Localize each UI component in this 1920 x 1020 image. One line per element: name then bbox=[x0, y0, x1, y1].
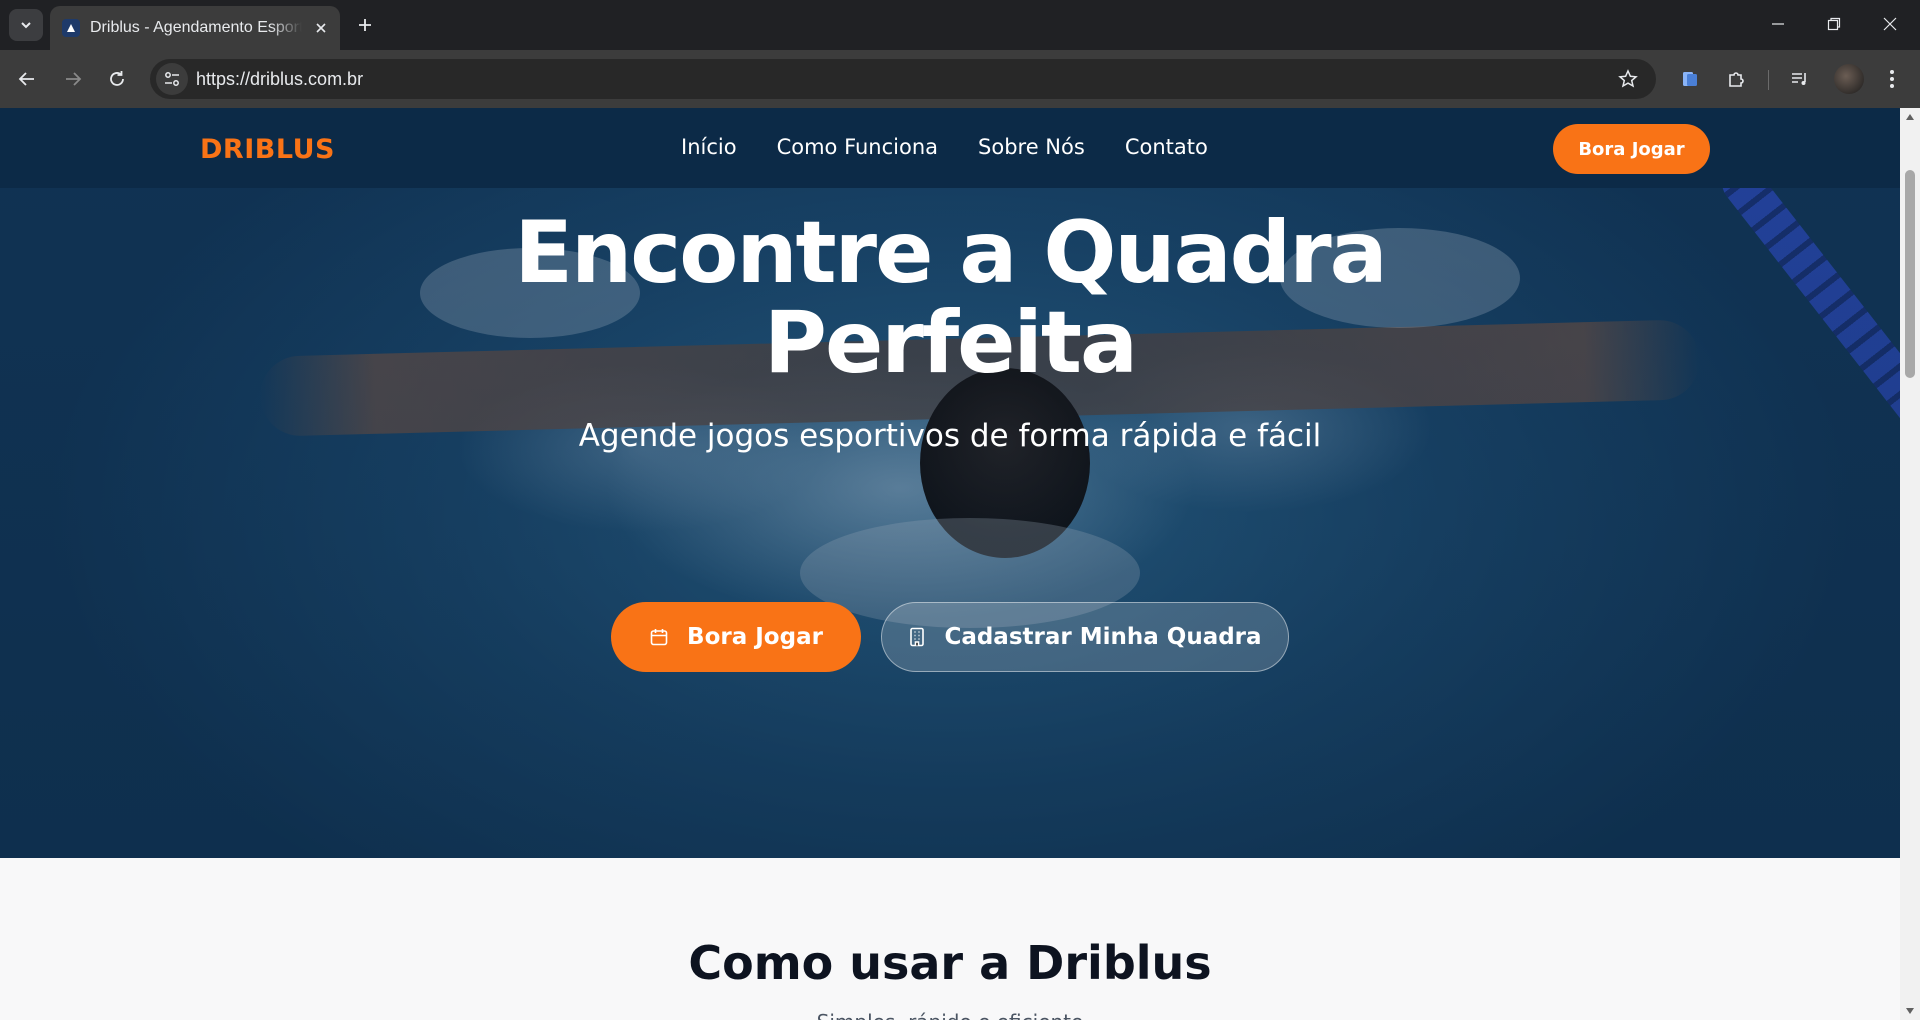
hero-section: Encontre a Quadra Perfeita Agende jogos … bbox=[0, 188, 1900, 858]
new-tab-button[interactable] bbox=[352, 12, 378, 38]
nav-link-como-funciona[interactable]: Como Funciona bbox=[777, 135, 938, 159]
section-title: Como usar a Driblus bbox=[688, 936, 1212, 990]
star-icon bbox=[1618, 69, 1638, 88]
site-header: DRIBLUS Início Como Funciona Sobre Nós C… bbox=[0, 108, 1900, 188]
forward-button[interactable] bbox=[56, 62, 90, 96]
extension-icon bbox=[1683, 72, 1697, 86]
back-button[interactable] bbox=[10, 62, 44, 96]
extension-button[interactable] bbox=[1676, 65, 1704, 93]
chevron-down-icon bbox=[21, 22, 31, 29]
nav-link-inicio[interactable]: Início bbox=[681, 135, 737, 159]
address-bar[interactable]: https://driblus.com.br bbox=[150, 59, 1656, 99]
hero-secondary-label: Cadastrar Minha Quadra bbox=[944, 624, 1262, 650]
page-scrollbar[interactable] bbox=[1900, 108, 1920, 1020]
close-icon bbox=[316, 23, 326, 33]
driblus-logo[interactable]: DRIBLUS bbox=[200, 134, 335, 165]
header-bora-jogar-button[interactable]: Bora Jogar bbox=[1553, 124, 1710, 174]
browser-tabbar: Driblus - Agendamento Esportivo bbox=[0, 0, 1920, 50]
plus-icon bbox=[359, 19, 371, 31]
url-text: https://driblus.com.br bbox=[196, 69, 364, 89]
toolbar-divider bbox=[1768, 70, 1769, 90]
section-subtitle: Simples, rápido e eficiente bbox=[0, 1010, 1900, 1020]
hero-primary-label: Bora Jogar bbox=[687, 624, 823, 650]
scroll-down-icon[interactable] bbox=[1905, 1006, 1915, 1016]
minimize-button[interactable] bbox=[1750, 0, 1806, 48]
tab-close-button[interactable] bbox=[310, 17, 332, 39]
hero-title: Encontre a Quadra Perfeita bbox=[0, 208, 1900, 388]
scrollbar-thumb[interactable] bbox=[1905, 170, 1915, 378]
hero-bora-jogar-button[interactable]: Bora Jogar bbox=[611, 602, 861, 672]
reload-icon bbox=[110, 71, 124, 86]
forward-icon bbox=[66, 72, 82, 86]
profile-avatar[interactable] bbox=[1834, 64, 1864, 94]
nav-link-sobre-nos[interactable]: Sobre Nós bbox=[978, 135, 1085, 159]
main-nav: Início Como Funciona Sobre Nós Contato bbox=[681, 135, 1208, 159]
site-info-icon bbox=[165, 72, 179, 86]
back-icon bbox=[18, 72, 34, 86]
tab-search-button[interactable] bbox=[9, 9, 43, 41]
reload-button[interactable] bbox=[100, 62, 134, 96]
minimize-icon bbox=[1772, 23, 1784, 25]
media-icon bbox=[1792, 73, 1806, 85]
calendar-icon bbox=[650, 629, 668, 646]
browser-toolbar: https://driblus.com.br bbox=[0, 50, 1920, 108]
browser-tab-active[interactable]: Driblus - Agendamento Esportivo bbox=[50, 6, 340, 50]
extensions-menu-button[interactable] bbox=[1722, 65, 1750, 93]
close-window-button[interactable] bbox=[1862, 0, 1918, 48]
menu-icon bbox=[1890, 70, 1894, 88]
hero-title-line1: Encontre a Quadra bbox=[514, 203, 1387, 303]
media-control-button[interactable] bbox=[1786, 65, 1814, 93]
restore-icon bbox=[1827, 17, 1841, 31]
nav-link-contato[interactable]: Contato bbox=[1125, 135, 1208, 159]
favicon-icon bbox=[62, 19, 80, 37]
restore-button[interactable] bbox=[1806, 0, 1862, 48]
hero-title-line2: Perfeita bbox=[763, 293, 1138, 393]
close-icon bbox=[1883, 17, 1897, 31]
tab-title: Driblus - Agendamento Esportivo bbox=[90, 19, 302, 36]
bookmark-button[interactable] bbox=[1616, 67, 1640, 91]
site-info-button[interactable] bbox=[156, 63, 188, 95]
cadastrar-quadra-button[interactable]: Cadastrar Minha Quadra bbox=[881, 602, 1289, 672]
hero-subtitle: Agende jogos esportivos de forma rápida … bbox=[578, 418, 1322, 454]
puzzle-icon bbox=[1729, 72, 1744, 87]
scroll-up-icon[interactable] bbox=[1905, 112, 1915, 122]
building-icon bbox=[910, 627, 925, 647]
page-viewport: DRIBLUS Início Como Funciona Sobre Nós C… bbox=[0, 108, 1900, 1020]
browser-menu-button[interactable] bbox=[1878, 65, 1906, 93]
